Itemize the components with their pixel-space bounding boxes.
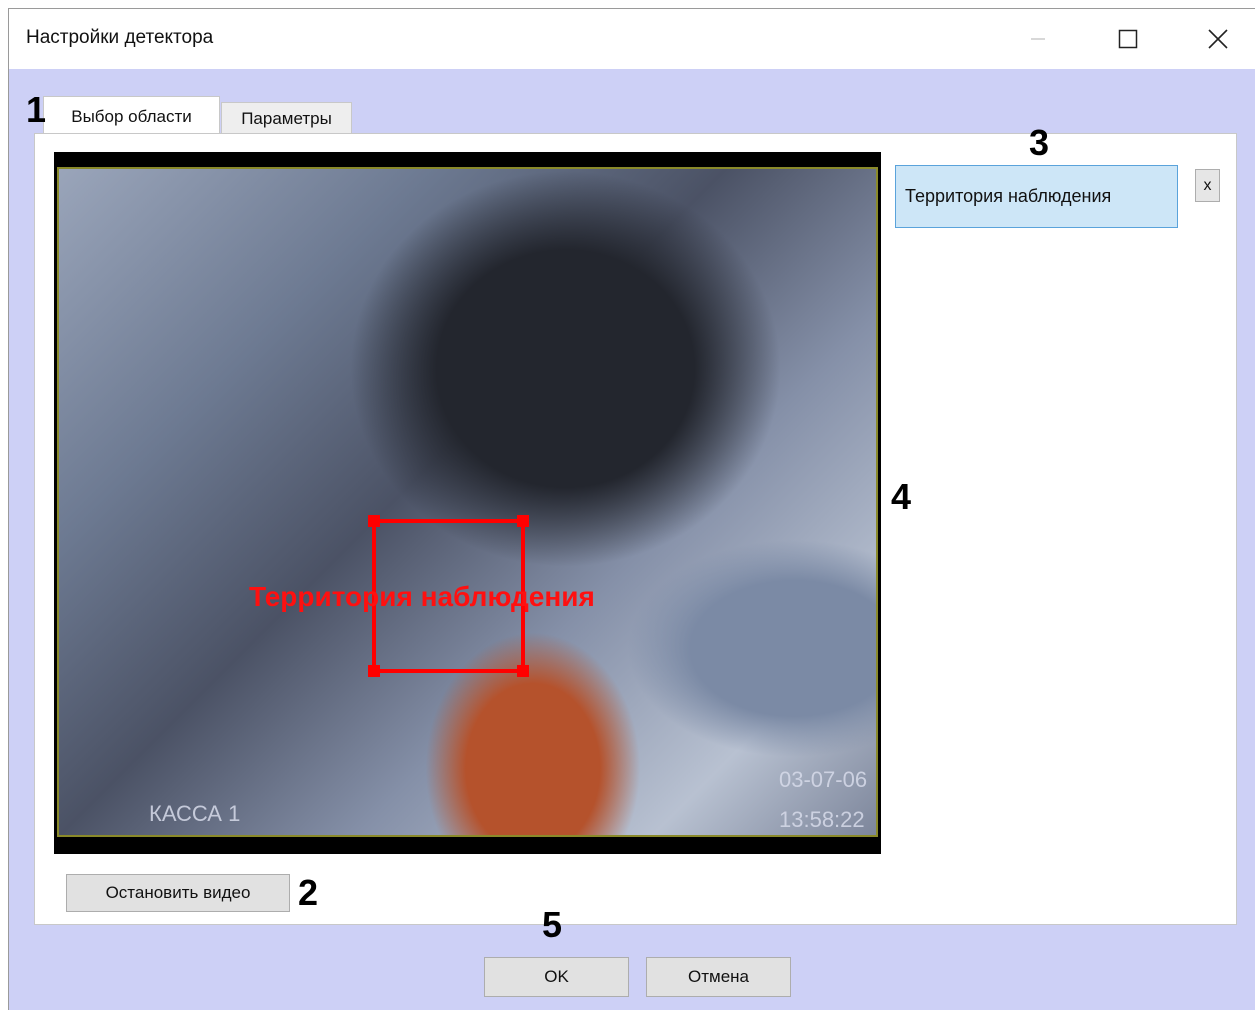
tab-parameters[interactable]: Параметры bbox=[221, 102, 352, 134]
maximize-button[interactable] bbox=[1105, 19, 1151, 59]
video-date: 03-07-06 bbox=[779, 767, 868, 792]
callout-3: 3 bbox=[1029, 122, 1050, 163]
stop-video-button[interactable]: Остановить видео bbox=[66, 874, 290, 912]
close-icon bbox=[1208, 29, 1228, 49]
window-title: Настройки детектора bbox=[26, 27, 214, 48]
minimize-icon bbox=[1031, 38, 1045, 40]
callout-2: 2 bbox=[298, 872, 319, 913]
zone-handle-bottom-left[interactable] bbox=[368, 665, 380, 677]
maximize-icon bbox=[1118, 29, 1138, 49]
cancel-button[interactable]: Отмена bbox=[646, 957, 791, 997]
area-selection-panel: КАССА 1 03-07-06 13:58:22 Территория наб… bbox=[34, 122, 1237, 925]
video-time: 13:58:22 bbox=[779, 807, 865, 832]
minimize-button[interactable] bbox=[1015, 19, 1061, 59]
callout-5: 5 bbox=[542, 904, 563, 945]
tab-area-selection[interactable]: Выбор области bbox=[43, 96, 220, 136]
zone-handle-top-right[interactable] bbox=[517, 515, 529, 527]
callout-4: 4 bbox=[891, 476, 912, 517]
detector-settings-window: Настройки детектора Выбор области Параме… bbox=[8, 8, 1255, 1010]
zone-handle-top-left[interactable] bbox=[368, 515, 380, 527]
camera-label: КАССА 1 bbox=[149, 801, 241, 826]
close-button[interactable] bbox=[1195, 19, 1241, 59]
video-view[interactable]: КАССА 1 03-07-06 13:58:22 Территория наб… bbox=[54, 152, 881, 854]
camera-frame[interactable]: КАССА 1 03-07-06 13:58:22 Территория наб… bbox=[57, 167, 878, 837]
zone-list-item[interactable]: Территория наблюдения bbox=[895, 165, 1178, 228]
callout-1: 1 bbox=[26, 89, 47, 130]
zone-handle-bottom-right[interactable] bbox=[517, 665, 529, 677]
title-bar: Настройки детектора bbox=[9, 9, 1255, 69]
zone-label-overlay: Территория наблюдения bbox=[249, 581, 595, 612]
ok-button[interactable]: OK bbox=[484, 957, 629, 997]
delete-zone-button[interactable]: x bbox=[1195, 169, 1220, 202]
